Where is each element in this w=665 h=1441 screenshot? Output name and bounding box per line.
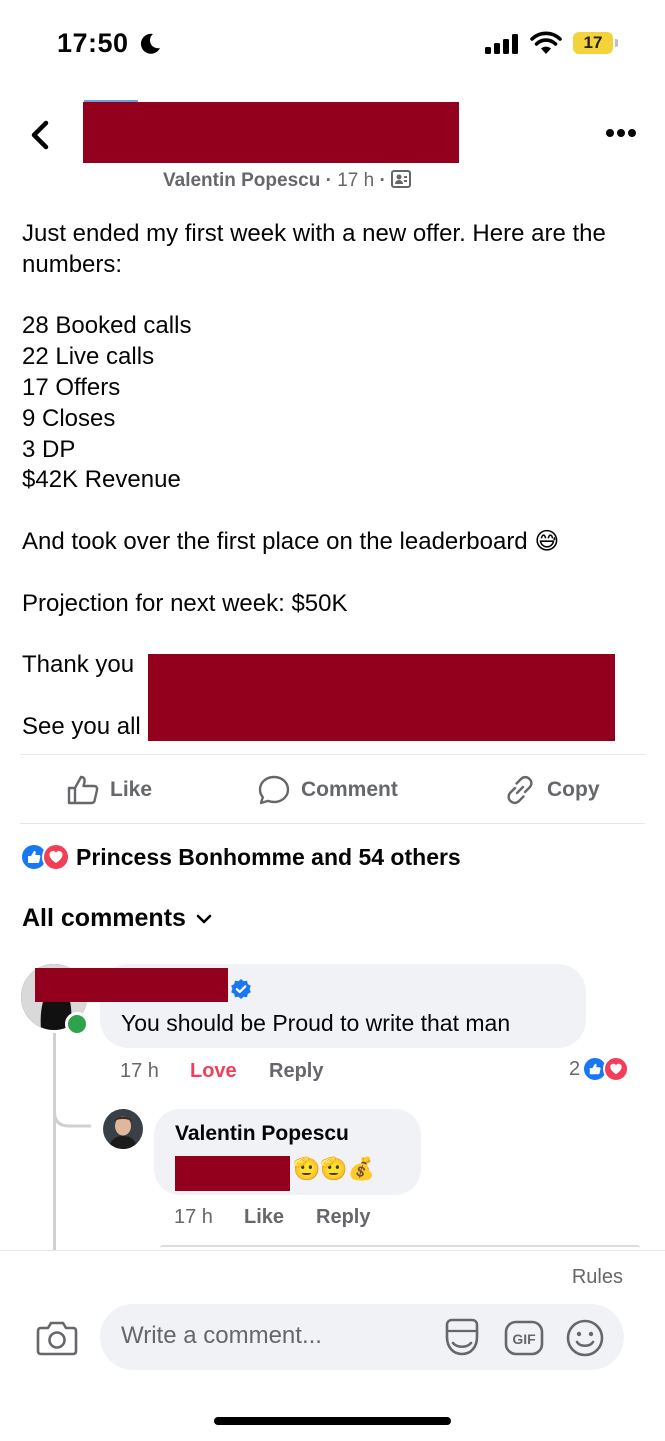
reply-author-name[interactable]: Valentin Popescu — [175, 1122, 349, 1146]
divider-top — [20, 754, 645, 755]
redacted-reply-text — [175, 1156, 290, 1191]
reactions-summary[interactable]: Princess Bonhomme and 54 others — [20, 843, 461, 871]
redacted-thanks — [148, 654, 615, 703]
comments-sort-dropdown[interactable]: All comments — [22, 904, 212, 933]
home-indicator — [214, 1417, 451, 1425]
online-status-dot — [65, 1012, 89, 1036]
comment-button[interactable]: Comment — [257, 770, 398, 810]
group-audience-icon — [391, 170, 412, 188]
post-meta: Valentin Popescu · 17 h · — [163, 170, 463, 192]
comments-header: All comments — [22, 904, 186, 932]
thread-branch — [53, 1098, 91, 1128]
comment-like-button-2[interactable]: Like — [244, 1206, 284, 1229]
battery-tip — [615, 39, 618, 47]
emoji-smiley-icon[interactable] — [564, 1317, 606, 1359]
thumbs-up-icon — [67, 775, 99, 805]
like-button[interactable]: Like — [66, 770, 152, 810]
verified-badge-icon — [231, 979, 251, 999]
copy-label: Copy — [547, 778, 600, 801]
back-arrow-icon[interactable] — [24, 115, 56, 155]
comment-love-button-1[interactable]: Love — [190, 1060, 237, 1083]
comment-bubble-icon — [258, 775, 290, 805]
status-time: 17:50 — [57, 28, 129, 58]
composer-shadow-edge — [160, 1245, 640, 1253]
redacted-commenter-name — [35, 968, 228, 1002]
comment-reaction-count-1: 2 — [569, 1057, 581, 1080]
reply-author-avatar[interactable] — [103, 1109, 143, 1149]
moon-icon — [140, 33, 160, 54]
svg-text:GIF: GIF — [512, 1331, 536, 1347]
gif-icon[interactable]: GIF — [503, 1318, 545, 1358]
comment-reply-button-2[interactable]: Reply — [316, 1206, 370, 1229]
rules-link[interactable]: Rules — [572, 1266, 623, 1289]
battery-indicator: 17 — [573, 32, 613, 54]
chevron-down-icon — [196, 914, 212, 923]
divider-bottom — [20, 823, 645, 824]
reactions-text: Princess Bonhomme and 54 others — [76, 843, 461, 870]
reply-emojis: 🫡🫡💰 — [293, 1156, 376, 1181]
comment-text-1: You should be Proud to write that man — [121, 1010, 511, 1036]
avatar-sticker-icon[interactable] — [441, 1317, 483, 1359]
redacted-signoff — [148, 703, 615, 741]
comment-time-2: 17 h — [174, 1206, 213, 1228]
comment-reactions-1[interactable]: 2 — [569, 1056, 630, 1082]
redacted-group-name — [83, 102, 459, 163]
thread-line — [53, 1033, 56, 1258]
wifi-icon — [530, 31, 562, 54]
signal-icon — [485, 34, 518, 54]
more-options-icon[interactable] — [605, 126, 637, 140]
comment-reply-button-1[interactable]: Reply — [269, 1060, 323, 1083]
comment-time-1: 17 h — [120, 1060, 159, 1082]
post-time: 17 h — [337, 170, 375, 191]
camera-icon[interactable] — [35, 1318, 79, 1358]
comment-label: Comment — [301, 778, 398, 801]
post-author[interactable]: Valentin Popescu — [163, 170, 320, 191]
link-icon — [507, 775, 533, 805]
copy-link-button[interactable]: Copy — [503, 770, 600, 810]
meta-dot-1: · — [320, 170, 338, 191]
comment-love-reaction-icon — [603, 1056, 630, 1082]
love-reaction-icon — [42, 843, 70, 871]
comment-input-placeholder: Write a comment... — [121, 1322, 322, 1349]
meta-dot-2: · — [374, 170, 392, 191]
like-label: Like — [110, 778, 153, 801]
